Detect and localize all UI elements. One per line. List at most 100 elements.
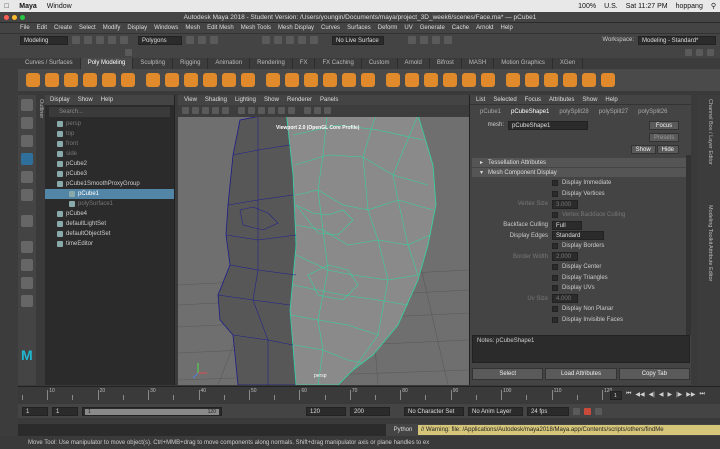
attr-menu-list[interactable]: List (476, 97, 485, 103)
rotate-tool-icon[interactable] (21, 171, 33, 183)
move-tool-icon[interactable] (21, 153, 33, 165)
shelf-tab-bifrost[interactable]: Bifrost (430, 58, 462, 69)
shelf-tab-mash[interactable]: MASH (462, 58, 495, 69)
select-button[interactable]: Select (472, 368, 544, 380)
new-scene-icon[interactable] (72, 36, 80, 44)
input-line-icon[interactable] (125, 48, 132, 56)
shelf-tab-fx[interactable]: FX (293, 58, 316, 69)
outliner-item[interactable]: pCube4 (45, 209, 174, 219)
menu-item-arnold[interactable]: Arnold (476, 25, 493, 31)
outliner-item[interactable]: pCube2 (45, 159, 174, 169)
outliner-item[interactable]: pCube1 (45, 189, 174, 199)
outliner-menu-help[interactable]: Help (101, 97, 113, 103)
copy-tab-button[interactable]: Copy Tab (618, 368, 690, 380)
step-back-icon[interactable]: ◀| (649, 391, 655, 398)
viewport[interactable]: Viewport 2.0 (OpenGL Core Profile) persp (178, 95, 469, 385)
open-scene-icon[interactable] (84, 36, 92, 44)
wireframe-on-shaded-icon[interactable] (258, 107, 265, 114)
shelf-tool-icon[interactable] (165, 73, 179, 87)
end-time-field[interactable]: 200 (350, 406, 390, 416)
shelf-tab-curves-surfaces[interactable]: Curves / Surfaces (18, 58, 81, 69)
lights-icon[interactable] (278, 107, 285, 114)
mac-menu-app[interactable]: Maya (19, 3, 37, 10)
outliner-menu-display[interactable]: Display (50, 97, 70, 103)
shelf-tool-icon[interactable] (506, 73, 520, 87)
attr-menu-focus[interactable]: Focus (525, 97, 541, 103)
range-handle[interactable]: 1 120 (85, 408, 219, 415)
shelf-tool-icon[interactable] (544, 73, 558, 87)
play-backwards-icon[interactable]: ◀ (659, 391, 664, 398)
outliner-item[interactable]: persp (45, 119, 174, 129)
paint-select-tool-icon[interactable] (21, 135, 33, 147)
playback-start-field[interactable]: 1 (52, 406, 78, 416)
viewport-menu-view[interactable]: View (184, 97, 197, 103)
shelf-tool-icon[interactable] (26, 73, 40, 87)
xray-icon[interactable] (314, 107, 321, 114)
node-tab-polysplit28[interactable]: polySplit28 (559, 109, 588, 115)
node-tab-polysplit26[interactable]: polySplit26 (638, 109, 667, 115)
snap-view-icon[interactable] (298, 36, 306, 44)
outliner-item[interactable]: defaultLightSet (45, 219, 174, 229)
menu-item-edit-mesh[interactable]: Edit Mesh (207, 25, 234, 31)
shelf-tool-icon[interactable] (386, 73, 400, 87)
menu-item-curves[interactable]: Curves (321, 25, 340, 31)
viewport-scene[interactable] (178, 95, 469, 385)
outliner-item[interactable]: pCube3 (45, 169, 174, 179)
menu-item-mesh-tools[interactable]: Mesh Tools (241, 25, 271, 31)
attribute-field[interactable]: 3.000 (552, 199, 578, 209)
outliner-item[interactable]: top (45, 129, 174, 139)
side-tab-2[interactable]: Attribute Editor (707, 245, 713, 281)
loop-icon[interactable] (573, 407, 580, 415)
outliner-item[interactable]: front (45, 139, 174, 149)
notes-area[interactable]: Notes: pCubeShape1 (472, 335, 690, 363)
shadows-icon[interactable] (288, 107, 295, 114)
outliner-item[interactable]: timeEditor (45, 239, 174, 249)
mesh-component-section[interactable]: ▾ Mesh Component Display (472, 168, 689, 177)
checkbox[interactable] (552, 211, 558, 218)
command-result-field[interactable]: // Warning: file: /Applications/Autodesk… (418, 425, 720, 435)
object-type-dropdown[interactable]: Polygons (138, 35, 182, 45)
menu-item-mesh-display[interactable]: Mesh Display (278, 25, 314, 31)
mesh-name-field[interactable]: pCubeShape1 (508, 120, 588, 130)
start-time-field[interactable]: 1 (22, 406, 48, 416)
play-forwards-icon[interactable]: ▶ (667, 391, 672, 398)
shelf-tool-icon[interactable] (45, 73, 59, 87)
shelf-tool-icon[interactable] (203, 73, 217, 87)
snap-grid-icon[interactable] (262, 36, 270, 44)
select-component-icon[interactable] (210, 36, 218, 44)
shelf-tool-icon[interactable] (64, 73, 78, 87)
zoom-window-icon[interactable] (20, 15, 25, 20)
menu-item-uv[interactable]: UV (404, 25, 412, 31)
minimize-window-icon[interactable] (12, 15, 17, 20)
ipr-render-icon[interactable] (420, 36, 428, 44)
attribute-dropdown[interactable]: Standard (552, 231, 604, 241)
outliner-item[interactable]: defaultObjectSet (45, 229, 174, 239)
menu-item-help[interactable]: Help (500, 25, 512, 31)
anim-layer-dropdown[interactable]: No Anim Layer (468, 406, 523, 416)
layout-icon[interactable] (21, 277, 33, 289)
outliner-layout-icon[interactable] (21, 295, 33, 307)
anim-prefs-icon[interactable] (595, 407, 602, 415)
lasso-tool-icon[interactable] (21, 117, 33, 129)
side-tab-0[interactable]: Channel Box / Layer Editor (707, 99, 713, 165)
shelf-tool-icon[interactable] (241, 73, 255, 87)
workspace-dropdown[interactable]: Modeling - Standard* (638, 35, 716, 45)
checkbox[interactable] (552, 274, 558, 281)
script-language-button[interactable]: Python (388, 427, 418, 433)
four-view-icon[interactable] (21, 259, 33, 271)
image-plane-icon[interactable] (202, 107, 209, 114)
playback-end-field[interactable]: 120 (306, 406, 346, 416)
shelf-tool-icon[interactable] (342, 73, 356, 87)
snap-curve-icon[interactable] (274, 36, 282, 44)
hypershade-icon[interactable] (444, 36, 452, 44)
shelf-tool-icon[interactable] (361, 73, 375, 87)
sidebar-toggle-icon[interactable] (685, 48, 692, 56)
shelf-tool-icon[interactable] (563, 73, 577, 87)
shelf-tool-icon[interactable] (222, 73, 236, 87)
menu-item-select[interactable]: Select (79, 25, 96, 31)
select-hierarchy-icon[interactable] (186, 36, 194, 44)
bookmark-icon[interactable] (192, 107, 199, 114)
attr-menu-selected[interactable]: Selected (493, 97, 516, 103)
outliner-item[interactable]: polySurface1 (45, 199, 174, 209)
viewport-menu-show[interactable]: Show (264, 97, 279, 103)
